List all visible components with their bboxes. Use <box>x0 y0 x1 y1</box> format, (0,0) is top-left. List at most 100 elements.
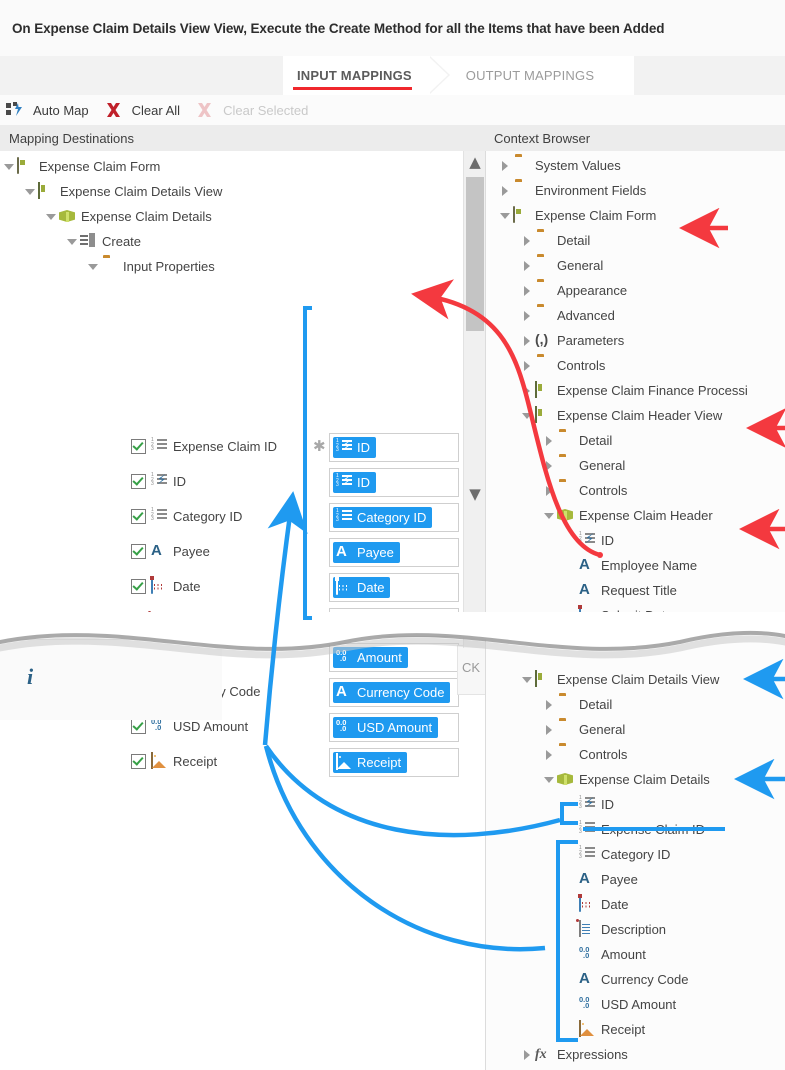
tree-twisty-closed-icon[interactable] <box>542 484 555 497</box>
tree-row[interactable]: Controls <box>520 353 605 378</box>
mapping-pane-scrollbar[interactable]: ▲ ▼ <box>463 151 486 648</box>
input-property-row[interactable]: 1 2 3 ⚡ ID <box>131 469 186 494</box>
mapping-source-token[interactable]: A Currency Code <box>333 682 451 703</box>
scroll-down-arrow-icon[interactable]: ▼ <box>464 483 486 505</box>
tree-row[interactable]: 1 2 3 ⚡ ID <box>564 528 614 553</box>
tree-row[interactable]: Detail <box>542 692 612 717</box>
tree-twisty-closed-icon[interactable] <box>542 748 555 761</box>
tree-twisty-open-icon[interactable] <box>44 210 57 223</box>
tree-twisty-closed-icon[interactable] <box>542 459 555 472</box>
tab-input-mappings[interactable]: INPUT MAPPINGS <box>283 56 430 95</box>
mapping-source-field[interactable]: 0.0.0 USD Amount <box>329 713 459 742</box>
input-property-checkbox[interactable] <box>131 544 146 559</box>
tree-row[interactable]: Expense Claim Header View <box>520 403 722 428</box>
tree-row[interactable]: General <box>542 453 625 478</box>
tree-row[interactable]: A Request Title <box>564 578 677 603</box>
mapping-source-token[interactable]: 1 2 3 Category ID <box>333 507 433 528</box>
tree-row[interactable]: A Payee <box>564 867 638 892</box>
tree-row[interactable]: General <box>542 717 625 742</box>
tree-twisty-closed-icon[interactable] <box>542 434 555 447</box>
clear-all-button[interactable]: Clear All <box>99 95 190 125</box>
auto-map-button[interactable]: Auto Map <box>0 95 99 125</box>
tree-row[interactable]: 0.0.0 Amount <box>564 942 646 967</box>
tree-row[interactable]: Appearance <box>520 278 627 303</box>
mapping-source-token[interactable]: 0.0.0 USD Amount <box>333 717 439 738</box>
tree-row[interactable]: Date <box>564 892 628 917</box>
input-property-row[interactable]: Description <box>131 609 238 634</box>
mapping-source-token[interactable]: Date <box>333 577 391 598</box>
tree-row[interactable]: 1 2 3 Expense Claim ID <box>564 817 705 842</box>
tree-row[interactable]: A Employee Name <box>564 553 697 578</box>
mapping-source-field[interactable]: 1 2 3 ⚡ ID <box>329 468 459 497</box>
tree-row[interactable]: Expense Claim Header <box>542 503 713 528</box>
mapping-source-token[interactable]: Description <box>333 612 429 633</box>
tree-twisty-open-icon[interactable] <box>2 160 15 173</box>
tree-row[interactable]: Expense Claim Finance Processi <box>520 378 748 403</box>
mapping-source-token[interactable]: 1 2 3 ⚡ ID <box>333 437 376 458</box>
tree-twisty-open-icon[interactable] <box>23 185 36 198</box>
tree-twisty-closed-icon[interactable] <box>542 723 555 736</box>
tree-row[interactable]: Expense Claim Details View <box>520 667 719 692</box>
tree-row[interactable]: Expense Claim Details <box>44 204 212 229</box>
tree-twisty-closed-icon[interactable] <box>520 284 533 297</box>
mapping-source-field[interactable]: Receipt <box>329 748 459 777</box>
mapping-source-token[interactable]: 1 2 3 ⚡ ID <box>333 472 376 493</box>
input-property-row[interactable]: 1 2 3 Category ID <box>131 504 242 529</box>
input-property-row[interactable]: A Payee <box>131 539 210 564</box>
tree-row[interactable]: Receipt <box>564 1017 645 1042</box>
input-property-row[interactable]: Receipt <box>131 749 217 774</box>
tree-twisty-closed-icon[interactable] <box>498 159 511 172</box>
tree-row[interactable]: 0.0.0 Totals <box>564 628 635 653</box>
tree-twisty-open-icon[interactable] <box>520 673 533 686</box>
input-property-checkbox[interactable] <box>131 719 146 734</box>
input-property-checkbox[interactable] <box>131 579 146 594</box>
input-property-checkbox[interactable] <box>131 474 146 489</box>
tree-twisty-closed-icon[interactable] <box>520 384 533 397</box>
tree-row[interactable]: Environment Fields <box>498 178 646 203</box>
mapping-source-token[interactable]: A Payee <box>333 542 400 563</box>
tree-row[interactable]: Expense Claim Form <box>498 203 656 228</box>
tree-twisty-open-icon[interactable] <box>498 209 511 222</box>
input-property-checkbox[interactable] <box>131 509 146 524</box>
tree-row[interactable]: fx Expressions <box>520 1042 628 1067</box>
tree-twisty-open-icon[interactable] <box>65 235 78 248</box>
mapping-source-field[interactable]: A Payee <box>329 538 459 567</box>
mapping-source-field[interactable]: Date <box>329 573 459 602</box>
tree-row[interactable]: Submit Date <box>564 603 673 628</box>
tree-row[interactable]: Create <box>65 229 141 254</box>
tree-row[interactable]: 0.0.0 USD Amount <box>564 992 676 1017</box>
input-property-checkbox[interactable] <box>131 754 146 769</box>
tree-twisty-closed-icon[interactable] <box>542 698 555 711</box>
tree-row[interactable]: A Currency Code <box>564 967 688 992</box>
mapping-source-token[interactable]: 0.0.0 Amount <box>333 647 408 668</box>
input-property-row[interactable]: Date <box>131 574 200 599</box>
tree-twisty-closed-icon[interactable] <box>520 309 533 322</box>
tree-twisty-closed-icon[interactable] <box>520 234 533 247</box>
tree-twisty-open-icon[interactable] <box>542 773 555 786</box>
tree-row[interactable]: 1 2 3 ⚡ ID <box>564 792 614 817</box>
tree-row[interactable]: (,) Parameters <box>520 328 624 353</box>
tree-twisty-closed-icon[interactable] <box>498 184 511 197</box>
mapping-source-field[interactable]: 1 2 3 Category ID <box>329 503 459 532</box>
mapping-source-field[interactable]: 1 2 3 ⚡ ID <box>329 433 459 462</box>
tree-row[interactable]: Controls <box>542 742 627 767</box>
mapping-source-field[interactable]: 0.0.0 Amount <box>329 643 459 672</box>
tree-row[interactable]: System Values <box>498 153 621 178</box>
tree-row[interactable]: Description <box>564 917 666 942</box>
tree-twisty-closed-icon[interactable] <box>520 359 533 372</box>
mapping-source-field[interactable]: A Currency Code <box>329 678 459 707</box>
tree-row[interactable]: Advanced <box>520 303 615 328</box>
partial-back-button[interactable]: CK <box>457 645 488 695</box>
tree-row[interactable]: Detail <box>542 428 612 453</box>
tree-twisty-open-icon[interactable] <box>520 409 533 422</box>
input-property-checkbox[interactable] <box>131 614 146 629</box>
tree-row[interactable]: 1 2 3 Category ID <box>564 842 670 867</box>
input-property-checkbox[interactable] <box>131 439 146 454</box>
tree-row[interactable]: Detail <box>520 228 590 253</box>
tree-row[interactable]: Expense Claim Details View <box>23 179 222 204</box>
scroll-up-arrow-icon[interactable]: ▲ <box>464 151 486 173</box>
scrollbar-thumb[interactable] <box>466 177 484 331</box>
tree-row[interactable]: Expense Claim Form <box>2 154 160 179</box>
input-property-row[interactable]: 1 2 3 Expense Claim ID <box>131 434 277 459</box>
tree-twisty-closed-icon[interactable] <box>520 259 533 272</box>
